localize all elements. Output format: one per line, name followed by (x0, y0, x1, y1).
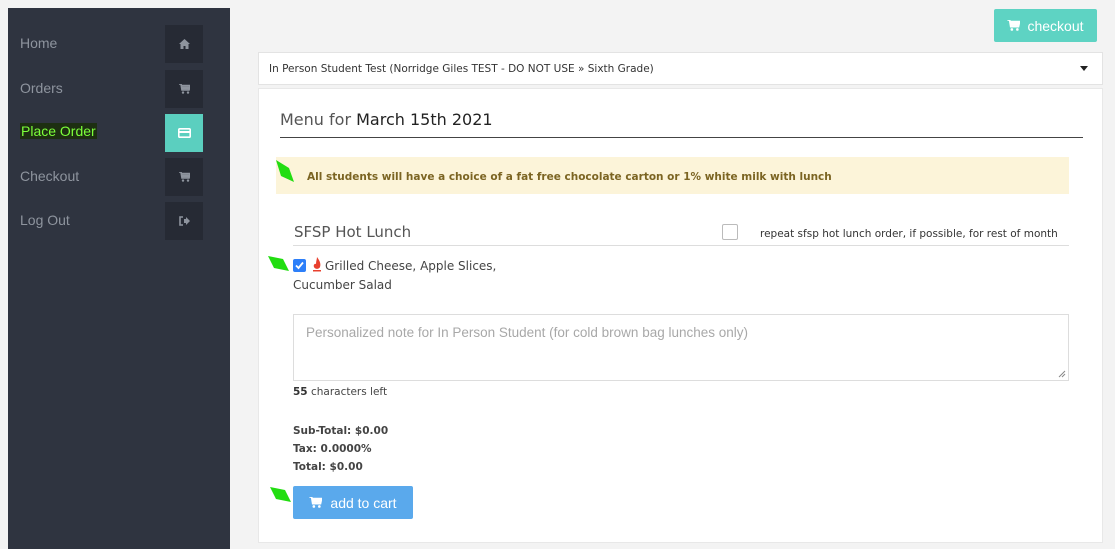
sidebar-item-checkout[interactable]: Checkout (8, 158, 230, 196)
menu-date: March 15th 2021 (356, 110, 493, 129)
personal-note-textarea[interactable]: Personalized note for In Person Student … (293, 314, 1069, 381)
resize-handle-icon[interactable] (1058, 370, 1066, 378)
cart-icon (165, 70, 203, 108)
sidebar-item-log-out[interactable]: Log Out (8, 202, 230, 240)
menu-title-prefix: Menu for (280, 110, 357, 129)
cart-icon (165, 158, 203, 196)
credit-card-icon (165, 114, 203, 152)
home-icon (165, 25, 203, 63)
student-select[interactable]: In Person Student Test (Norridge Giles T… (258, 52, 1103, 85)
total: Total: $0.00 (293, 461, 363, 473)
checkout-button-label: checkout (1027, 17, 1084, 34)
sidebar-item-label: Log Out (20, 212, 70, 228)
notice-text: All students will have a choice of a fat… (307, 171, 832, 183)
cart-icon (309, 495, 324, 511)
sidebar-item-orders[interactable]: Orders (8, 70, 230, 108)
sidebar-item-place-order[interactable]: Place Order (8, 114, 230, 152)
sidebar: Home Orders Place Order Checkout Log Out (8, 8, 230, 549)
menu-item-name: Grilled Cheese, Apple Slices, (325, 259, 497, 273)
marker-arrow-icon (268, 256, 289, 271)
section-title: SFSP Hot Lunch (294, 223, 412, 241)
sidebar-item-label: Orders (20, 80, 63, 96)
menu-item-name-continued: Cucumber Salad (293, 278, 392, 292)
checkout-button[interactable]: checkout (994, 9, 1097, 42)
subtotal: Sub-Total: $0.00 (293, 425, 389, 437)
sidebar-item-label: Checkout (20, 168, 80, 184)
notice-banner: All students will have a choice of a fat… (276, 157, 1069, 194)
student-select-value: In Person Student Test (Norridge Giles T… (269, 63, 654, 75)
marker-arrow-icon (276, 160, 294, 182)
repeat-order-label[interactable]: repeat sfsp hot lunch order, if possible… (760, 228, 1058, 240)
characters-left-count: 55 (293, 386, 308, 398)
add-to-cart-label: add to cart (330, 494, 397, 511)
add-to-cart-button[interactable]: add to cart (293, 486, 413, 519)
flame-icon (313, 257, 321, 272)
sign-out-icon (165, 202, 203, 240)
sidebar-item-home[interactable]: Home (8, 25, 230, 63)
marker-arrow-icon (270, 487, 291, 502)
tax: Tax: 0.0000% (293, 443, 372, 455)
menu-title: Menu for March 15th 2021 (280, 110, 1083, 138)
characters-left-suffix: characters left (307, 386, 388, 398)
repeat-order-checkbox[interactable] (722, 224, 738, 240)
sidebar-item-label: Place Order (20, 123, 97, 139)
sidebar-item-label: Home (20, 35, 58, 51)
item-checkbox[interactable] (293, 259, 306, 272)
note-placeholder: Personalized note for In Person Student … (306, 325, 749, 340)
section-header: SFSP Hot Lunch repeat sfsp hot lunch ord… (293, 223, 1069, 246)
caret-down-icon (1080, 66, 1088, 71)
cart-icon (1007, 18, 1022, 34)
characters-left: 55 characters left (293, 386, 387, 398)
